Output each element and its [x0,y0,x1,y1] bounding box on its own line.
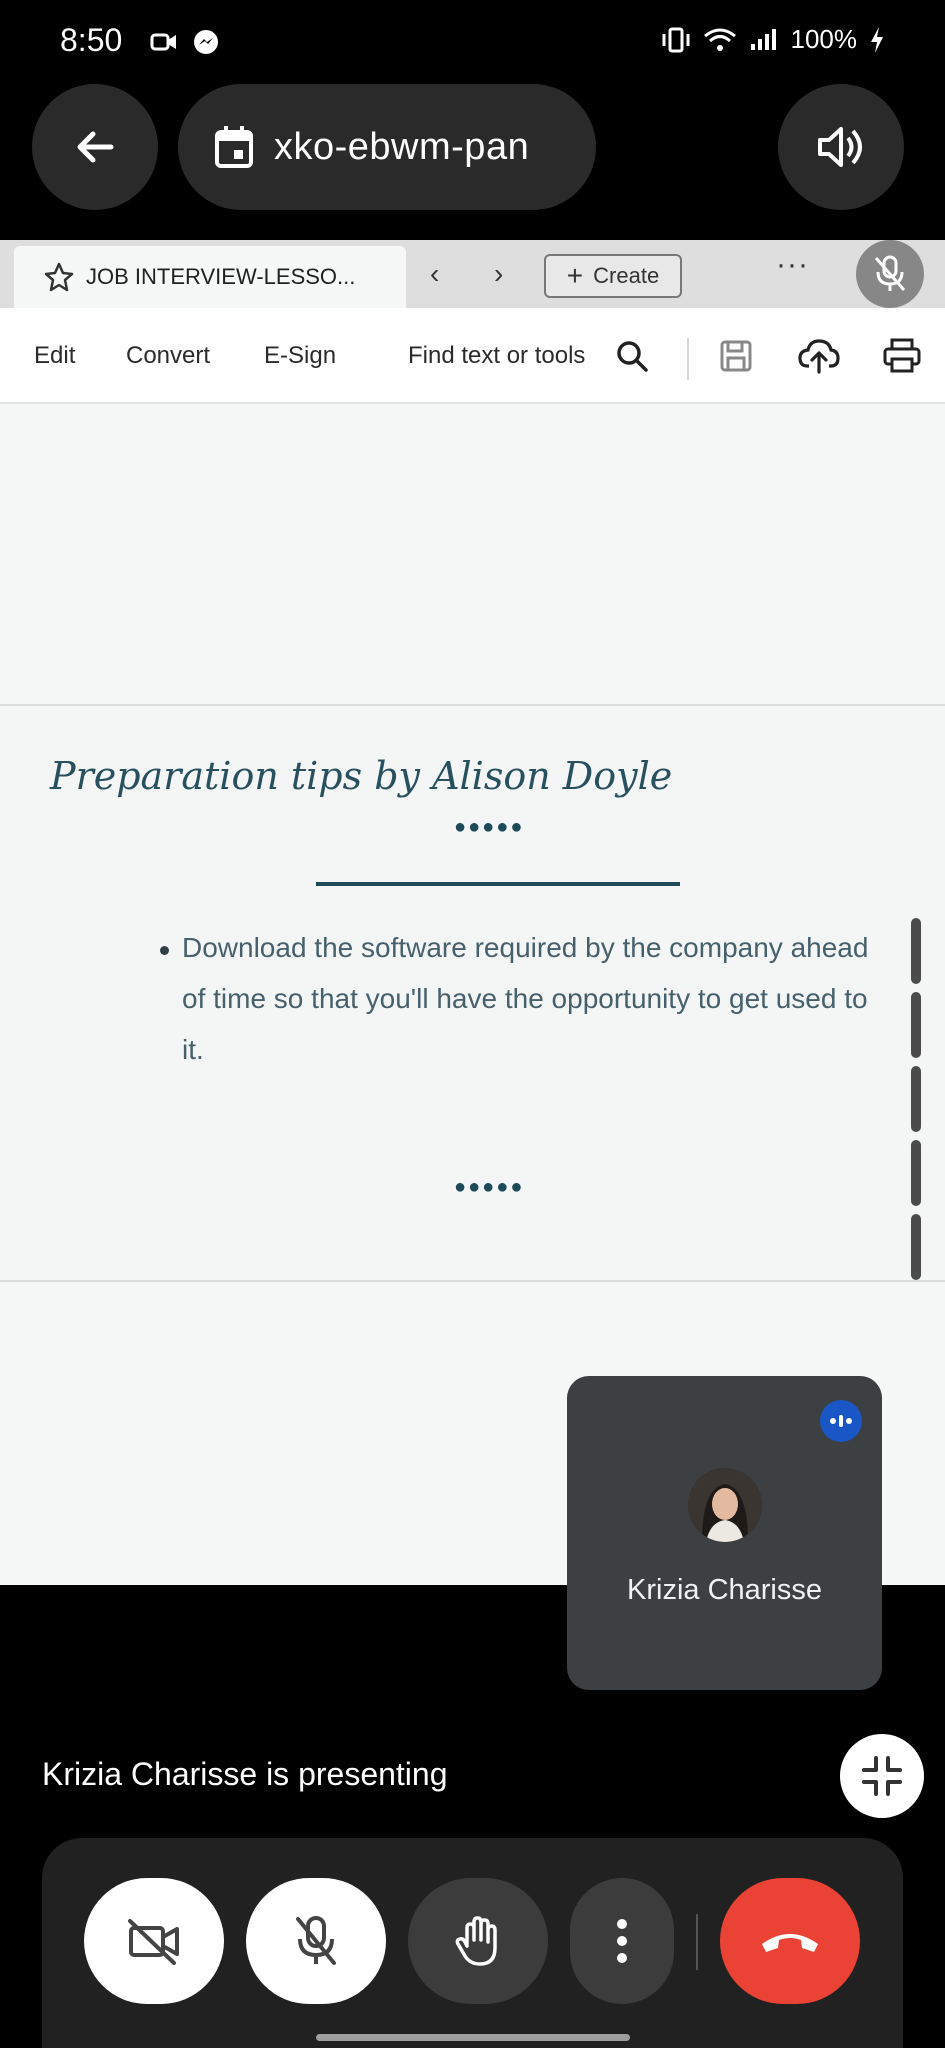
decorative-dots-bottom: ●●●●● [454,1176,525,1198]
print-icon[interactable] [882,338,922,374]
end-call-button[interactable] [720,1878,860,2004]
mic-off-icon [296,1916,336,1965]
calendar-icon [215,126,253,168]
browser-tab-bar: JOB INTERVIEW-LESSO... ‹ › + Create ··· [0,240,945,308]
wifi-icon [703,28,736,51]
raise-hand-icon [455,1916,497,1966]
edit-tool[interactable]: Edit [34,342,75,370]
more-options-button[interactable] [570,1878,674,2004]
meeting-info-button[interactable]: xko-ebwm-pan [178,84,596,210]
bullet-marker [160,946,169,955]
mic-off-icon [874,255,906,291]
video-call-icon [150,33,176,51]
presenter-mic-muted-badge [856,240,924,308]
scrollbar-segment[interactable] [911,1214,921,1280]
back-arrow-icon [77,131,114,163]
camera-off-icon [128,1919,179,1965]
vibrate-icon [662,27,689,52]
status-time: 8:50 [60,22,123,58]
status-right-icons: 100% [661,24,886,55]
controls-divider [696,1914,698,1970]
camera-off-button[interactable] [84,1878,224,2004]
save-icon[interactable] [718,338,754,374]
mic-off-button[interactable] [246,1878,386,2004]
charging-icon [871,26,883,53]
tab-title: JOB INTERVIEW-LESSO... [86,264,356,289]
home-indicator[interactable] [316,2034,630,2041]
browser-tab-active[interactable]: JOB INTERVIEW-LESSO... [14,246,406,308]
search-icon[interactable] [614,338,650,374]
scrollbar-segment[interactable] [911,918,921,984]
chevron-right-icon[interactable]: › [494,258,503,290]
avatar [688,1468,762,1542]
collapse-icon [862,1756,902,1796]
decorative-dots-top: ●●●●● [454,816,525,838]
pdf-slide: Preparation tips by Alison Doyle ●●●●● D… [0,708,945,1344]
speaking-indicator-icon [820,1400,862,1442]
meeting-code: xko-ebwm-pan [274,125,530,168]
find-tools-field[interactable]: Find text or tools [408,342,585,370]
back-button[interactable] [32,84,158,210]
toolbar-divider [687,338,689,380]
volume-icon [818,127,862,167]
scrollbar-segment[interactable] [911,992,921,1058]
esign-tool[interactable]: E-Sign [264,342,336,370]
convert-tool[interactable]: Convert [126,342,210,370]
more-vert-icon [617,1919,627,1963]
signal-icon [750,28,776,50]
divider-rule-top [316,882,680,886]
create-label: Create [593,263,660,288]
scrollbar-segment[interactable] [911,1066,921,1132]
status-notification-icons [150,28,220,56]
more-menu-icon[interactable]: ··· [776,248,809,282]
battery-percent: 100% [790,24,858,54]
call-controls-bar [42,1838,903,2048]
participant-tile[interactable]: Krizia Charisse [567,1376,882,1690]
presenting-status: Krizia Charisse is presenting [42,1756,448,1792]
star-icon [44,262,74,292]
scrollbar-segment[interactable] [911,1140,921,1206]
audio-output-button[interactable] [778,84,904,210]
chevron-left-icon[interactable]: ‹ [430,258,439,290]
messenger-icon [194,30,218,54]
create-button[interactable]: + Create [544,254,682,298]
cloud-upload-icon[interactable] [798,336,840,376]
status-bar: 8:50 100% [0,0,945,86]
participant-name: Krizia Charisse [627,1574,822,1606]
previous-page-area [0,406,945,706]
slide-title: Preparation tips by Alison Doyle [50,754,673,798]
end-call-icon [762,1934,818,1952]
exit-fullscreen-button[interactable] [840,1734,924,1818]
raise-hand-button[interactable] [408,1878,548,2004]
pdf-toolbar: Edit Convert E-Sign Find text or tools [0,308,945,404]
plus-icon: + [566,260,584,291]
bullet-text-1: Download the software required by the co… [182,932,869,1065]
